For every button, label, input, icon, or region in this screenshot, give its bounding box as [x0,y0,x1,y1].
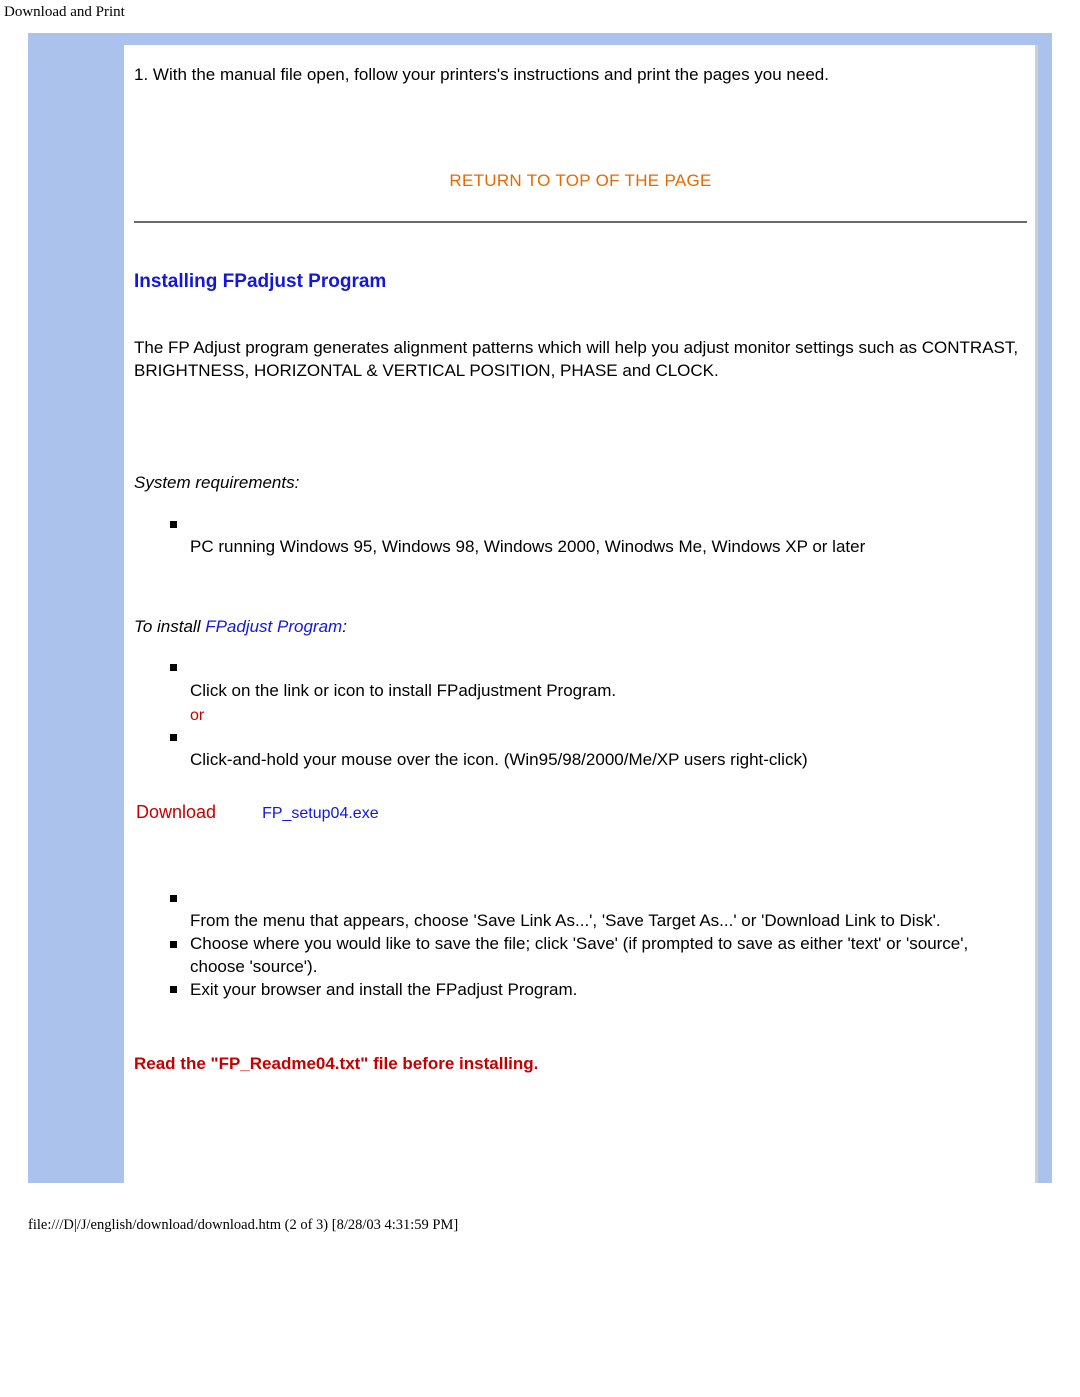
footer-file-path: file:///D|/J/english/download/download.h… [0,1183,1080,1234]
section-heading: Installing FPadjust Program [134,271,1027,293]
download-row: Download FP_setup04.exe [134,802,1027,823]
install-steps-list-b: From the menu that appears, choose 'Save… [134,887,1027,1002]
list-item: Exit your browser and install the FPadju… [170,979,1027,1002]
download-file-link[interactable]: FP_setup04.exe [262,805,379,823]
install-label-prefix: To install [134,617,205,636]
list-item: Choose where you would like to save the … [170,933,1027,979]
instruction-step-1: 1. With the manual file open, follow you… [134,65,1027,85]
install-label: To install FPadjust Program: [134,617,1027,637]
or-text: or [190,705,1027,727]
install-steps-list-a: Click on the link or icon to install FPa… [134,657,1027,772]
system-requirements-list: PC running Windows 95, Windows 98, Windo… [134,513,1027,559]
readme-note: Read the "FP_Readme04.txt" file before i… [134,1054,1027,1074]
list-item: From the menu that appears, choose 'Save… [170,887,1027,933]
content-panel: 1. With the manual file open, follow you… [124,45,1038,1183]
download-label: Download [136,802,216,823]
install-label-suffix: : [342,617,347,636]
system-requirements-label: System requirements: [134,473,1027,493]
intro-paragraph: The FP Adjust program generates alignmen… [134,337,1027,383]
divider [134,221,1027,223]
page-title: Download and Print [0,0,1080,33]
fpadjust-program-link[interactable]: FPadjust Program [205,617,342,636]
list-item: Click on the link or icon to install FPa… [170,657,1027,726]
list-item: PC running Windows 95, Windows 98, Windo… [170,513,1027,559]
frame-border: 1. With the manual file open, follow you… [28,33,1052,1183]
list-item: Click-and-hold your mouse over the icon.… [170,726,1027,772]
return-to-top-link[interactable]: RETURN TO TOP OF THE PAGE [134,171,1027,191]
